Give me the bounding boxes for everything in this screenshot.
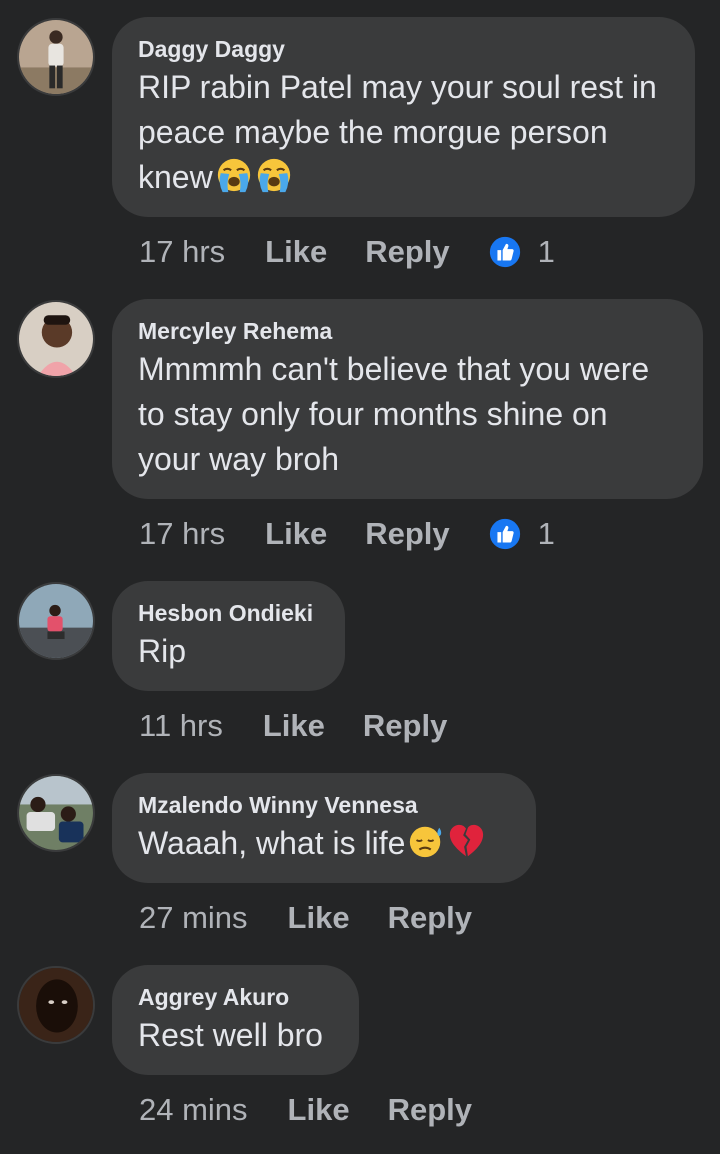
like-button[interactable]: Like — [265, 516, 327, 552]
comment-actions: 27 mins Like Reply — [139, 900, 510, 936]
like-button[interactable]: Like — [263, 708, 325, 744]
comment-author[interactable]: Mercyley Rehema — [138, 317, 677, 345]
reaction-summary[interactable]: 1 — [488, 234, 555, 270]
reaction-summary[interactable]: 1 — [488, 516, 555, 552]
avatar[interactable] — [17, 18, 95, 96]
comment-author[interactable]: Mzalendo Winny Vennesa — [138, 791, 510, 819]
comment-text: RIP rabin Patel may your soul rest in pe… — [138, 65, 669, 200]
like-reaction-icon — [488, 517, 522, 551]
comment-timestamp[interactable]: 24 mins — [139, 1092, 248, 1128]
downcast-face-with-sweat-icon — [407, 822, 445, 860]
reply-button[interactable]: Reply — [363, 708, 447, 744]
loudly-crying-face-icon — [255, 156, 293, 194]
comment-actions: 24 mins Like Reply — [139, 1092, 510, 1128]
comment-bubble: Daggy Daggy RIP rabin Patel may your sou… — [112, 17, 695, 217]
comment-text: Rip — [138, 633, 187, 669]
like-button[interactable]: Like — [265, 234, 327, 270]
comment-text-content: Waaah, what is life — [138, 825, 406, 861]
reply-button[interactable]: Reply — [388, 1092, 472, 1128]
like-button[interactable]: Like — [288, 1092, 350, 1128]
comment-bubble: Mercyley Rehema Mmmmh can't believe that… — [112, 299, 703, 499]
like-reaction-icon — [488, 235, 522, 269]
reaction-count: 1 — [537, 234, 555, 269]
comment-timestamp[interactable]: 17 hrs — [139, 234, 225, 270]
avatar[interactable] — [17, 774, 95, 852]
avatar[interactable] — [17, 300, 95, 378]
comment-author[interactable]: Hesbon Ondieki — [138, 599, 319, 627]
avatar[interactable] — [17, 966, 95, 1044]
comment-author[interactable]: Aggrey Akuro — [138, 983, 333, 1011]
broken-heart-icon — [447, 822, 485, 860]
comment-bubble: Hesbon Ondieki Rip — [112, 581, 345, 691]
comment-timestamp[interactable]: 17 hrs — [139, 516, 225, 552]
comment-timestamp[interactable]: 11 hrs — [139, 708, 223, 744]
comment-actions: 11 hrs Like Reply — [139, 708, 485, 744]
avatar[interactable] — [17, 582, 95, 660]
comment-bubble: Mzalendo Winny Vennesa Waaah, what is li… — [112, 773, 536, 883]
comment-text: Waaah, what is life — [138, 821, 510, 866]
comment-actions: 17 hrs Like Reply 1 — [139, 234, 555, 270]
like-button[interactable]: Like — [288, 900, 350, 936]
loudly-crying-face-icon — [215, 156, 253, 194]
reply-button[interactable]: Reply — [388, 900, 472, 936]
comment-actions: 17 hrs Like Reply 1 — [139, 516, 555, 552]
comment-timestamp[interactable]: 27 mins — [139, 900, 248, 936]
comment-text: Rest well bro — [138, 1017, 323, 1053]
comment-text: Mmmmh can't believe that you were to sta… — [138, 351, 650, 477]
reply-button[interactable]: Reply — [365, 234, 449, 270]
reply-button[interactable]: Reply — [365, 516, 449, 552]
comment-author[interactable]: Daggy Daggy — [138, 35, 669, 63]
reaction-count: 1 — [537, 516, 555, 551]
comment-bubble: Aggrey Akuro Rest well bro — [112, 965, 359, 1075]
